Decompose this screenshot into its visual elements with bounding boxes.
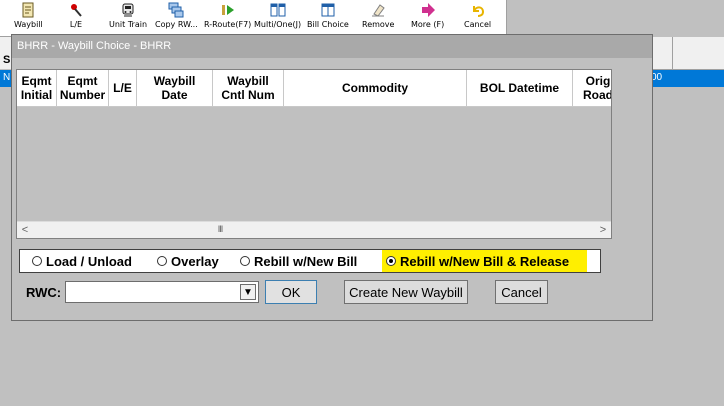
radio-overlay-label: Overlay xyxy=(171,253,219,269)
scroll-left-icon[interactable]: < xyxy=(17,222,33,238)
copy-icon xyxy=(168,2,184,18)
column-waybill-date[interactable]: Waybill Date xyxy=(137,70,213,106)
radio-load-unload[interactable]: Load / Unload xyxy=(32,250,132,272)
grid-header: Eqmt Initial Eqmt Number L/E Waybill Dat… xyxy=(17,70,611,107)
bill-choice-button[interactable]: Bill Choice xyxy=(307,2,349,34)
rwc-label: RWC: xyxy=(26,285,62,300)
scroll-right-icon[interactable]: > xyxy=(595,222,611,238)
ok-button[interactable]: OK xyxy=(265,280,317,304)
create-new-waybill-button[interactable]: Create New Waybill xyxy=(344,280,468,304)
multi-one-button[interactable]: Multi/One(J) xyxy=(254,2,301,34)
radio-selected-icon xyxy=(386,256,396,266)
waybill-button[interactable]: Waybill xyxy=(14,2,43,34)
column-eqmt-initial[interactable]: Eqmt Initial xyxy=(17,70,57,106)
background-row-text: N xyxy=(3,72,11,83)
toolbar: Waybill L/E Unit Train Copy RW... R-Rout… xyxy=(0,0,507,37)
unit-train-label: Unit Train xyxy=(109,20,148,29)
background-column-label: S xyxy=(3,54,11,66)
train-icon xyxy=(122,3,134,17)
rwc-dropdown[interactable]: ▼ xyxy=(65,281,259,303)
toolbar-empty-area xyxy=(507,0,724,36)
background-selected-row-right[interactable]: 00 xyxy=(651,70,724,87)
scroll-thumb[interactable]: III xyxy=(35,224,405,235)
radio-rebill-new-bill-release-label: Rebill w/New Bill & Release xyxy=(400,253,570,269)
waybill-icon xyxy=(22,2,34,18)
arrow-right-icon xyxy=(421,3,435,17)
radio-rebill-new-bill-release[interactable]: Rebill w/New Bill & Release xyxy=(382,250,588,272)
pin-icon xyxy=(71,4,82,17)
radio-load-unload-label: Load / Unload xyxy=(46,253,132,269)
route-icon xyxy=(221,5,234,15)
radio-circle-icon xyxy=(240,256,250,266)
background-header-right xyxy=(651,37,724,70)
waybill-choice-dialog: BHRR - Waybill Choice - BHRR Eqmt Initia… xyxy=(11,34,653,321)
action-radio-group: Load / Unload Overlay Rebill w/New Bill … xyxy=(19,249,601,273)
cancel-toolbar-label: Cancel xyxy=(464,20,492,29)
column-le[interactable]: L/E xyxy=(109,70,137,106)
waybill-grid[interactable]: Eqmt Initial Eqmt Number L/E Waybill Dat… xyxy=(16,69,612,239)
bill-choice-label: Bill Choice xyxy=(307,20,349,29)
cancel-button[interactable]: Cancel xyxy=(495,280,548,304)
r-route-label: R-Route(F7) xyxy=(204,20,252,29)
copy-rw-label: Copy RW... xyxy=(155,20,198,29)
more-label: More (F) xyxy=(411,20,445,29)
column-commodity[interactable]: Commodity xyxy=(284,70,467,106)
radio-overlay[interactable]: Overlay xyxy=(157,250,219,272)
column-orig-road[interactable]: Orig Road xyxy=(573,70,611,106)
radio-rebill-new-bill-label: Rebill w/New Bill xyxy=(254,253,358,269)
dialog-title: BHRR - Waybill Choice - BHRR xyxy=(12,35,652,58)
radio-circle-icon xyxy=(157,256,167,266)
remove-label: Remove xyxy=(362,20,395,29)
undo-icon xyxy=(472,6,484,17)
chevron-down-icon[interactable]: ▼ xyxy=(240,284,256,300)
le-button[interactable]: L/E xyxy=(68,2,84,34)
cancel-toolbar-button[interactable]: Cancel xyxy=(464,2,491,34)
eraser-icon xyxy=(372,4,385,17)
r-route-button[interactable]: R-Route(F7) xyxy=(204,2,251,34)
bill-choice-icon xyxy=(321,3,335,17)
horizontal-scrollbar[interactable]: < III > xyxy=(17,221,611,238)
remove-button[interactable]: Remove xyxy=(362,2,394,34)
le-label: L/E xyxy=(69,20,83,29)
more-button[interactable]: More (F) xyxy=(411,2,444,34)
copy-rw-button[interactable]: Copy RW... xyxy=(155,2,198,34)
radio-rebill-new-bill[interactable]: Rebill w/New Bill xyxy=(240,250,357,272)
multi-icon xyxy=(270,3,286,17)
waybill-label: Waybill xyxy=(14,20,43,29)
column-eqmt-number[interactable]: Eqmt Number xyxy=(57,70,109,106)
multi-one-label: Multi/One(J) xyxy=(254,20,302,29)
unit-train-button[interactable]: Unit Train xyxy=(109,2,147,34)
radio-circle-icon xyxy=(32,256,42,266)
column-bol-datetime[interactable]: BOL Datetime xyxy=(467,70,573,106)
column-waybill-cntl-num[interactable]: Waybill Cntl Num xyxy=(213,70,284,106)
